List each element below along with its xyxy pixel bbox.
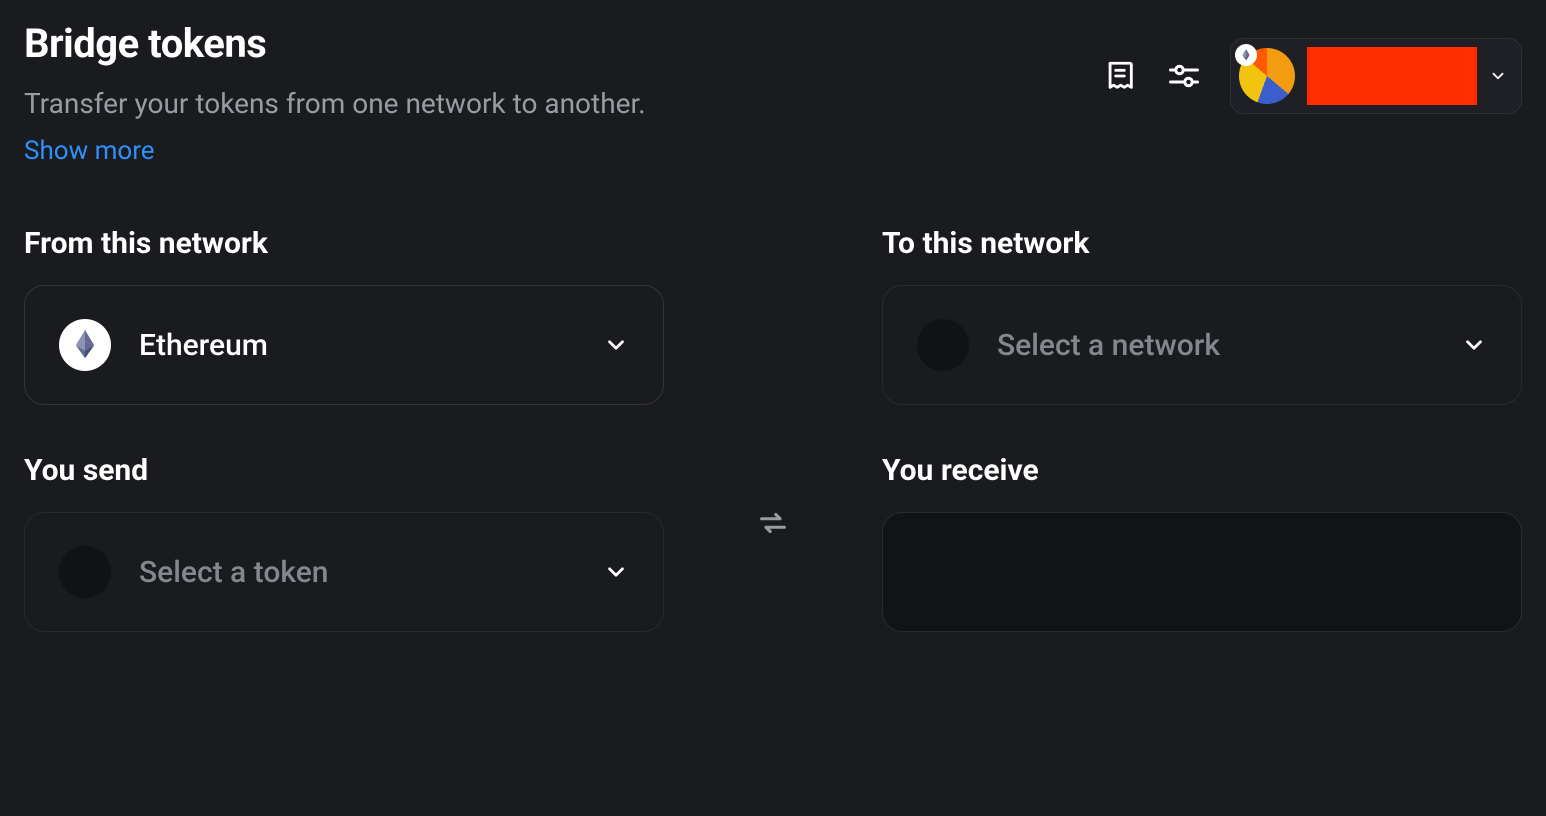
page-subtitle: Transfer your tokens from one network to… <box>24 87 1102 120</box>
swap-horizontal-icon <box>756 506 790 540</box>
you-send-label: You send <box>24 453 664 488</box>
chevron-down-icon <box>1489 67 1507 85</box>
from-network-value: Ethereum <box>139 328 268 363</box>
you-receive-label: You receive <box>882 453 1522 488</box>
to-network-selector[interactable]: Select a network <box>882 285 1522 405</box>
from-network-selector[interactable]: Ethereum <box>24 285 664 405</box>
chevron-down-icon <box>603 559 629 585</box>
account-selector[interactable] <box>1230 38 1522 114</box>
ethereum-badge-icon <box>1235 44 1257 66</box>
chevron-down-icon <box>603 332 629 358</box>
to-network-label: To this network <box>882 226 1522 261</box>
to-network-placeholder: Select a network <box>997 328 1220 363</box>
show-more-link[interactable]: Show more <box>24 136 155 166</box>
swap-direction-button[interactable] <box>751 501 795 545</box>
from-network-label: From this network <box>24 226 664 261</box>
receipt-icon[interactable] <box>1102 58 1138 94</box>
page-title: Bridge tokens <box>24 20 1102 67</box>
network-placeholder-icon <box>917 319 969 371</box>
ethereum-icon <box>59 319 111 371</box>
send-token-placeholder: Select a token <box>139 555 328 590</box>
account-address-redacted <box>1307 47 1477 105</box>
receive-output-box <box>882 512 1522 632</box>
token-placeholder-icon <box>59 546 111 598</box>
chevron-down-icon <box>1461 332 1487 358</box>
send-token-selector[interactable]: Select a token <box>24 512 664 632</box>
sliders-icon[interactable] <box>1166 58 1202 94</box>
account-avatar <box>1239 48 1295 104</box>
